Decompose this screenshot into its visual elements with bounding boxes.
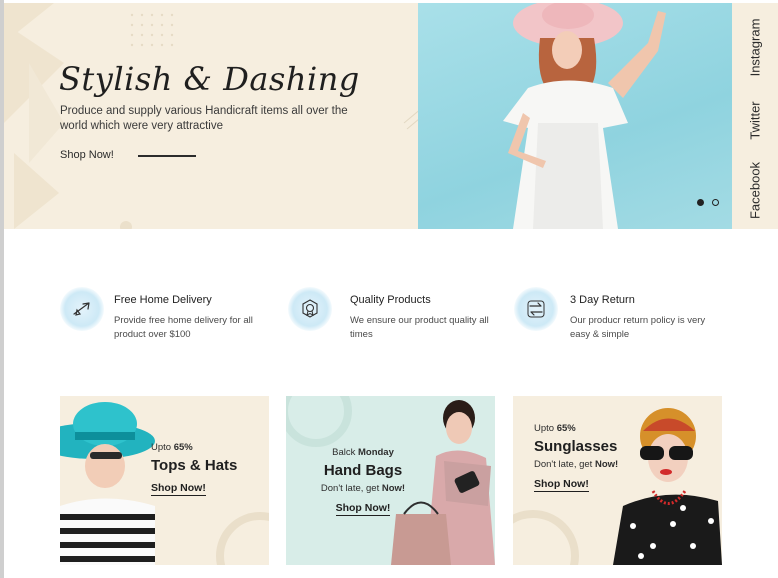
card-text: Upto 65% Tops & Hats Shop Now! (151, 442, 237, 496)
instagram-link[interactable]: Instagram (748, 19, 763, 77)
promo-card-tops-hats[interactable]: Upto 65% Tops & Hats Shop Now! (60, 396, 269, 565)
hero-cta-underline (138, 155, 196, 157)
feature-3-day-return: 3 Day Return Our producr return policy i… (514, 287, 724, 347)
feature-title: 3 Day Return (570, 294, 635, 306)
feature-desc: Our producr return policy is very easy &… (570, 315, 706, 340)
twitter-link[interactable]: Twitter (748, 101, 763, 139)
card-title: Hand Bags (323, 462, 403, 479)
shop-now-link[interactable]: Shop Now! (335, 502, 391, 516)
facebook-link[interactable]: Facebook (748, 162, 763, 219)
feature-quality-products: Quality Products We ensure our product q… (288, 287, 498, 347)
card-pretext: Upto 65% (534, 423, 576, 434)
feature-free-delivery: Free Home Delivery Provide free home del… (60, 287, 270, 347)
card-title: Tops & Hats (151, 457, 238, 474)
hero-title: Stylish & Dashing (59, 60, 360, 98)
delivery-plane-icon (60, 287, 104, 331)
card-subtext: Don't late, get Now! (534, 459, 619, 470)
quality-badge-icon (288, 287, 332, 331)
return-arrows-icon (514, 287, 558, 331)
social-links-rail: Instagram Twitter Facebook (732, 3, 778, 229)
card-subtext: Don't late, get Now! (320, 483, 406, 494)
feature-title: Quality Products (350, 294, 431, 306)
shop-now-link[interactable]: Shop Now! (151, 482, 206, 496)
feature-desc: Provide free home delivery for all produ… (114, 315, 253, 340)
hero-banner: Stylish & Dashing Produce and supply var… (4, 3, 778, 229)
card-pretext: Upto 65% (151, 442, 193, 453)
card-pretext: Balck Monday (332, 447, 394, 458)
feature-title: Free Home Delivery (114, 294, 212, 306)
card-text: Upto 65% Sunglasses Don't late, get Now!… (534, 423, 618, 492)
card-text: Balck Monday Hand Bags Don't late, get N… (308, 447, 418, 516)
hero-subtitle: Produce and supply various Handicraft it… (60, 105, 348, 132)
hero-shop-now-link[interactable]: Shop Now! (60, 149, 114, 161)
card-title: Sunglasses (534, 438, 618, 455)
slider-dot-2[interactable] (712, 199, 719, 206)
model-illustration (503, 3, 666, 229)
hero-slider-dots (697, 199, 719, 206)
promo-card-sunglasses[interactable]: Upto 65% Sunglasses Don't late, get Now!… (513, 396, 722, 565)
hero-text-panel: Stylish & Dashing Produce and supply var… (4, 3, 418, 229)
feature-desc: We ensure our product quality all times (350, 315, 489, 340)
slider-dot-1[interactable] (697, 199, 704, 206)
hero-model-image (418, 3, 732, 229)
promo-card-hand-bags[interactable]: Balck Monday Hand Bags Don't late, get N… (286, 396, 495, 565)
shop-now-link[interactable]: Shop Now! (534, 478, 589, 492)
